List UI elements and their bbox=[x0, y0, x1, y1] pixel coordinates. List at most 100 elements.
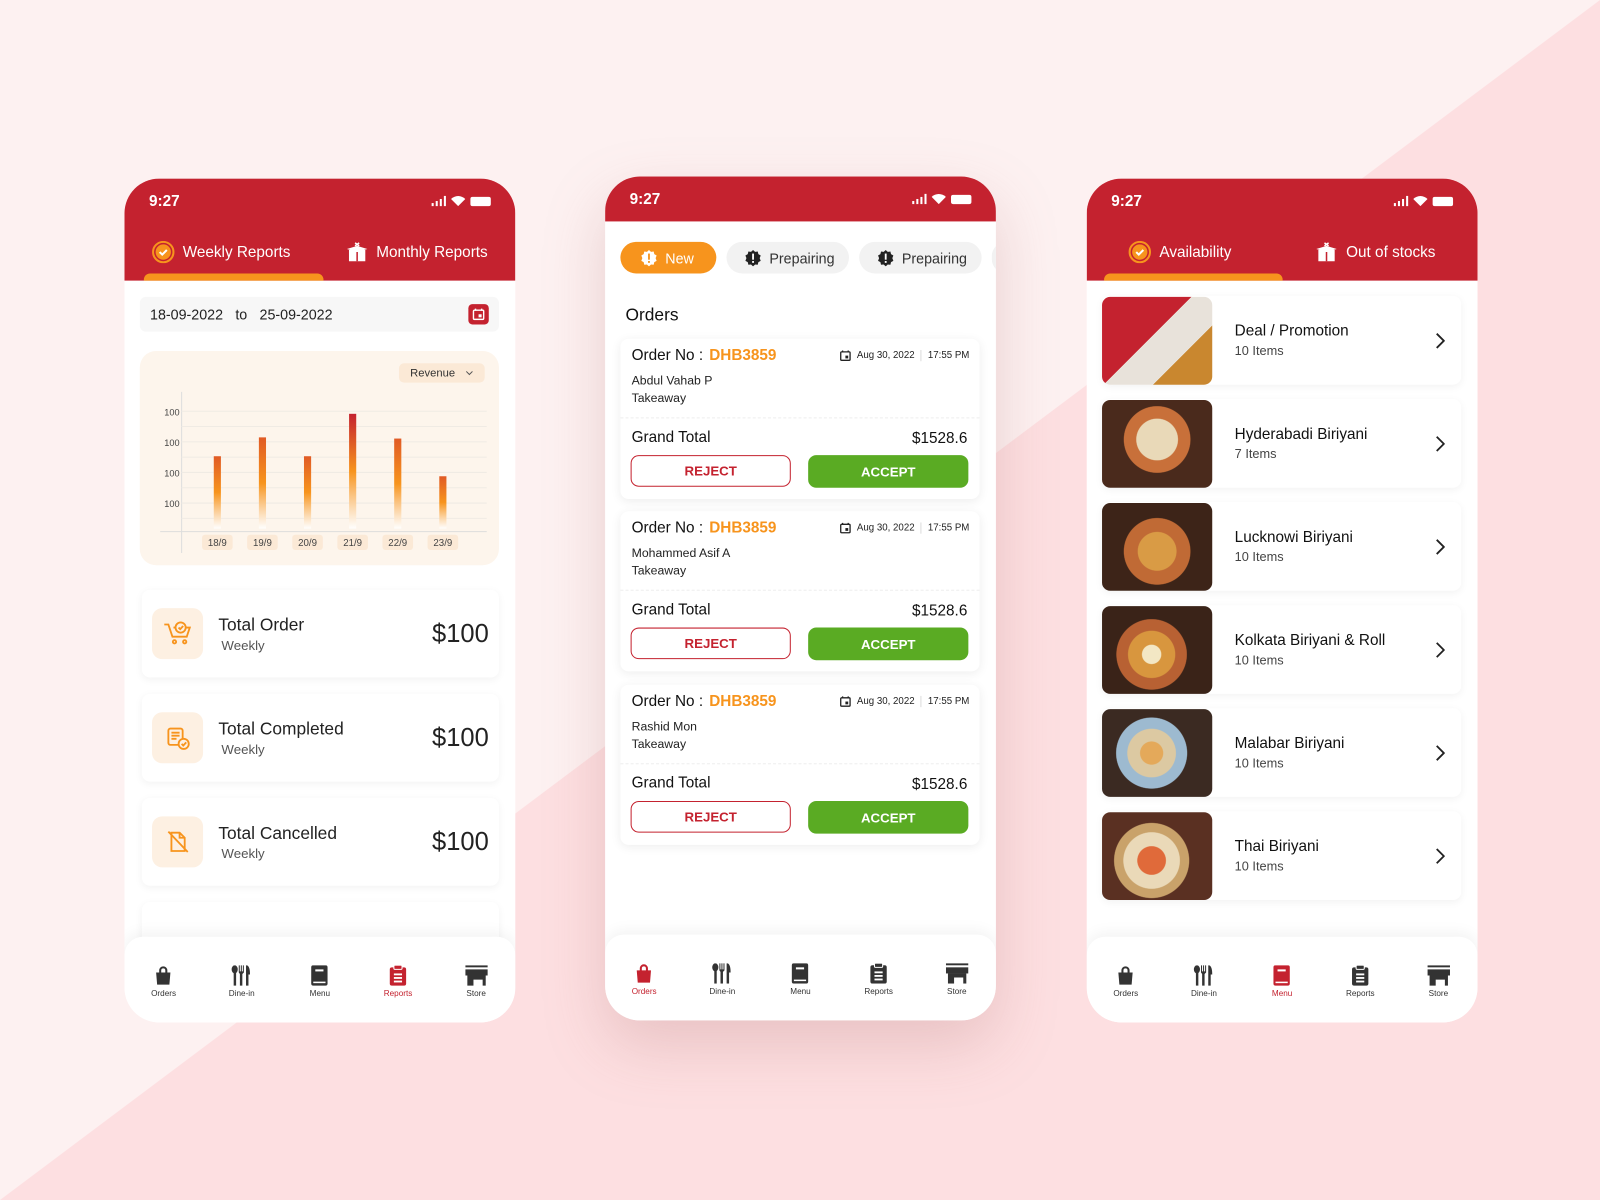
reject-button[interactable]: REJECT bbox=[630, 801, 791, 833]
box-icon bbox=[1316, 242, 1337, 262]
grand-total-amount: $1528.6 bbox=[911, 775, 968, 793]
active-tab-indicator bbox=[1104, 273, 1283, 281]
order-type: Takeaway bbox=[631, 563, 687, 578]
wifi-icon bbox=[1413, 196, 1428, 207]
book-icon bbox=[792, 963, 809, 984]
order-card: Order No : DHB3859 Aug 30, 2022 17:55 PM Moh… bbox=[620, 511, 980, 672]
chevron-right-icon bbox=[1436, 847, 1445, 864]
category-item[interactable]: Kolkata Biriyani & Roll 10 Items bbox=[1102, 605, 1462, 694]
tab-label: Availability bbox=[1159, 243, 1232, 261]
x-tick-label: 20/9 bbox=[298, 538, 317, 549]
nav-orders[interactable]: Orders bbox=[1095, 965, 1156, 998]
filter-more[interactable] bbox=[991, 241, 996, 274]
bar[interactable] bbox=[213, 456, 221, 529]
revenue-chart-card: Revenue 100 100 100 100 18/9 19/9 20/9 2… bbox=[139, 351, 499, 566]
category-item[interactable]: Deal / Promotion 10 Items bbox=[1102, 295, 1462, 385]
filter-label: Prepairing bbox=[901, 249, 968, 266]
shopping-bag-icon bbox=[156, 966, 171, 985]
shopping-bag-icon bbox=[637, 964, 652, 983]
category-name: Lucknowi Biriyani bbox=[1234, 528, 1353, 546]
bar[interactable] bbox=[349, 413, 357, 529]
utensils-icon bbox=[1193, 965, 1213, 986]
status-bar: 9:27 bbox=[605, 177, 996, 222]
bottom-nav: Orders Dine-in Menu Reports Store bbox=[605, 934, 996, 1021]
category-item[interactable]: Hyderabadi Biriyani 7 Items bbox=[1102, 398, 1462, 488]
grand-total-label: Grand Total bbox=[631, 601, 711, 619]
nav-store[interactable]: Store bbox=[1408, 965, 1469, 998]
category-name: Thai Biriyani bbox=[1234, 837, 1319, 856]
category-item[interactable]: Lucknowi Biriyani 10 Items bbox=[1102, 502, 1462, 591]
calendar-icon bbox=[472, 308, 485, 321]
nav-menu[interactable]: Menu bbox=[770, 963, 831, 996]
calendar-button[interactable] bbox=[468, 304, 489, 325]
status-bar: 9:27 bbox=[124, 179, 515, 224]
x-tick-label: 21/9 bbox=[343, 538, 362, 549]
battery-icon bbox=[470, 196, 491, 206]
nav-reports[interactable]: Reports bbox=[367, 965, 428, 998]
tab-out-of-stocks[interactable]: Out of stocks bbox=[1316, 241, 1435, 263]
nav-store[interactable]: Store bbox=[926, 963, 987, 996]
nav-menu[interactable]: Menu bbox=[1252, 965, 1313, 998]
order-datetime: Aug 30, 2022 17:55 PM bbox=[839, 349, 969, 362]
order-card: Order No : DHB3859 Aug 30, 2022 17:55 PM Ras… bbox=[620, 684, 980, 845]
filter-prepairing[interactable]: Prepairing bbox=[726, 241, 849, 274]
nav-dine-in[interactable]: Dine-in bbox=[211, 965, 272, 998]
bottom-nav: Orders Dine-in Menu Reports Store bbox=[124, 936, 516, 1023]
order-datetime: Aug 30, 2022 17:55 PM bbox=[839, 695, 970, 708]
divider bbox=[920, 695, 922, 708]
bar[interactable] bbox=[258, 437, 267, 529]
nav-reports[interactable]: Reports bbox=[1330, 965, 1391, 998]
accept-button[interactable]: ACCEPT bbox=[808, 627, 969, 661]
nav-dine-in[interactable]: Dine-in bbox=[1173, 965, 1234, 998]
filter-prepairing[interactable]: Prepairing bbox=[859, 241, 982, 274]
order-date: Aug 30, 2022 bbox=[856, 522, 915, 534]
phone-reports: 9:27 Weekly Reports Monthly Reports 18-0… bbox=[124, 178, 516, 1023]
category-item[interactable]: Malabar Biriyani 10 Items bbox=[1102, 708, 1462, 797]
reject-button[interactable]: REJECT bbox=[630, 455, 791, 487]
grand-total-amount: $1528.6 bbox=[911, 602, 968, 620]
order-time: 17:55 PM bbox=[927, 695, 970, 708]
nav-store[interactable]: Store bbox=[446, 965, 507, 998]
category-count: 7 Items bbox=[1234, 446, 1277, 462]
category-item[interactable]: Thai Biriyani 10 Items bbox=[1102, 811, 1462, 900]
filter-new[interactable]: New bbox=[620, 241, 717, 274]
customer-name: Rashid Mon bbox=[631, 719, 697, 734]
app-header: 9:27 Availability Out of stocks bbox=[1086, 178, 1478, 281]
thai-biriyani-image bbox=[1102, 811, 1213, 900]
bar[interactable] bbox=[394, 438, 402, 529]
bar[interactable] bbox=[439, 476, 447, 529]
order-no-label: Order No : bbox=[631, 519, 704, 537]
stat-card-total-completed: Total Completed Weekly $100 bbox=[141, 693, 499, 782]
reject-button[interactable]: REJECT bbox=[630, 627, 791, 660]
clipboard-icon bbox=[389, 965, 407, 986]
battery-icon bbox=[951, 194, 972, 204]
nav-orders[interactable]: Orders bbox=[614, 963, 675, 996]
accept-button[interactable]: ACCEPT bbox=[808, 455, 969, 488]
check-badge-icon bbox=[152, 240, 175, 264]
active-tab-indicator bbox=[143, 273, 324, 281]
y-tick-label: 100 bbox=[164, 407, 179, 417]
app-header: 9:27 Weekly Reports Monthly Reports bbox=[124, 178, 516, 281]
app-header: 9:27 bbox=[605, 176, 996, 222]
nav-dine-in[interactable]: Dine-in bbox=[692, 963, 753, 996]
nav-orders[interactable]: Orders bbox=[133, 965, 194, 998]
utensils-icon bbox=[712, 963, 731, 984]
tab-weekly-reports[interactable]: Weekly Reports bbox=[152, 240, 290, 264]
category-name: Deal / Promotion bbox=[1234, 322, 1349, 340]
nav-label: Menu bbox=[1271, 988, 1293, 998]
nav-reports[interactable]: Reports bbox=[848, 963, 909, 996]
accept-button[interactable]: ACCEPT bbox=[808, 801, 969, 834]
order-id: DHB3859 bbox=[709, 519, 777, 537]
nav-label: Orders bbox=[1113, 988, 1139, 998]
nav-menu[interactable]: Menu bbox=[289, 965, 350, 998]
menu-tabs: Availability Out of stocks bbox=[1087, 223, 1478, 281]
date-range-picker[interactable]: 18-09-2022 to 25-09-2022 bbox=[139, 296, 499, 332]
order-type: Takeaway bbox=[631, 736, 687, 752]
x-tick-label: 19/9 bbox=[253, 538, 272, 549]
x-tick-label: 23/9 bbox=[433, 538, 452, 549]
tab-availability[interactable]: Availability bbox=[1128, 240, 1232, 264]
bar[interactable] bbox=[303, 456, 312, 529]
order-datetime: Aug 30, 2022 17:55 PM bbox=[839, 522, 969, 534]
signal-icon bbox=[911, 193, 927, 205]
tab-monthly-reports[interactable]: Monthly Reports bbox=[346, 241, 488, 263]
